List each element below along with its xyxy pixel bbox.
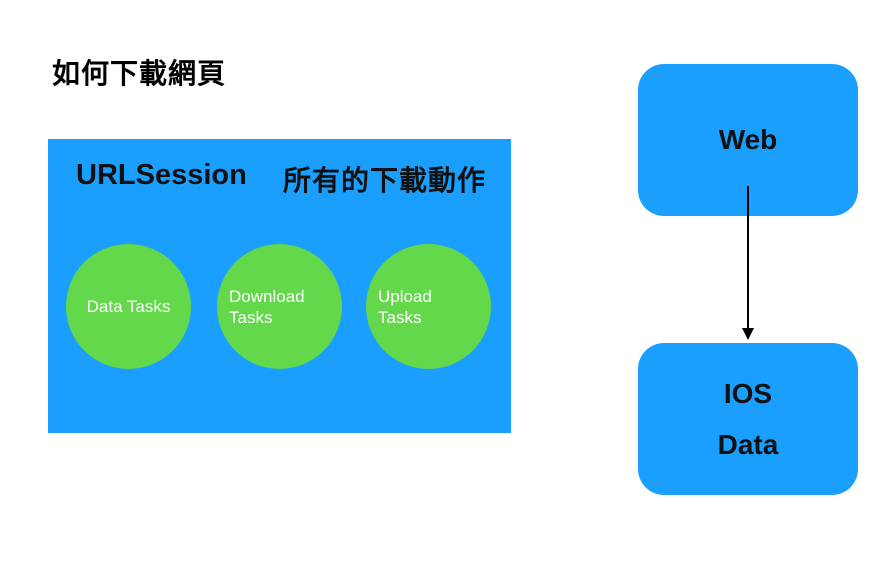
arrow-head xyxy=(742,328,754,340)
upload-tasks-circle: Upload Tasks xyxy=(366,244,491,369)
ios-data-label-line2: Data xyxy=(717,429,779,460)
ios-data-label-line1: IOS xyxy=(723,378,773,409)
url-session-label: URLSession xyxy=(76,159,247,191)
web-node-label: Web xyxy=(718,124,778,155)
download-tasks-circle: Download Tasks xyxy=(217,244,342,369)
page-title: 如何下載網頁 xyxy=(52,57,227,90)
data-tasks-label: Data Tasks xyxy=(86,297,171,316)
ios-data-node: IOS Data xyxy=(638,343,858,495)
data-tasks-circle: Data Tasks xyxy=(66,244,191,369)
web-to-ios-arrow xyxy=(742,186,754,340)
download-tasks-label: Download Tasks xyxy=(229,286,305,327)
upload-tasks-label: Upload Tasks xyxy=(378,286,432,327)
url-session-box: URLSession 所有的下載動作 Data Tasks Download T… xyxy=(48,139,511,433)
url-session-description: 所有的下載動作 xyxy=(283,164,487,197)
